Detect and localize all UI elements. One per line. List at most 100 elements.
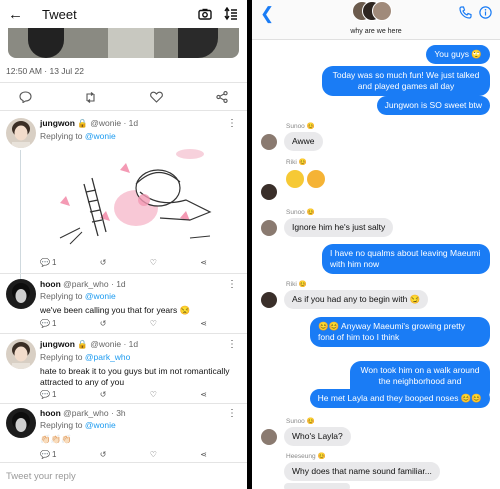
- share-icon[interactable]: ⋖: [200, 258, 207, 267]
- reply-icon[interactable]: 💬 1: [40, 450, 56, 459]
- reply-icon[interactable]: [18, 90, 32, 104]
- replying-label: Replying to: [40, 352, 83, 362]
- reply-text: we've been calling you that for years 😒: [40, 305, 191, 315]
- more-options-icon[interactable]: ⋮: [227, 279, 237, 290]
- retweet-icon[interactable]: ↺: [100, 390, 107, 399]
- sent-message-bubble[interactable]: Jungwon is SO sweet btw: [376, 96, 490, 116]
- sort-icon[interactable]: [223, 6, 239, 22]
- tweet-timestamp: 12:50 AM · 13 Jul 22: [6, 66, 84, 76]
- divider: [0, 110, 247, 111]
- reply-count: 1: [51, 319, 57, 328]
- divider: [0, 403, 247, 404]
- like-icon[interactable]: [149, 90, 163, 104]
- reply-icon[interactable]: 💬 1: [40, 258, 56, 267]
- divider: [0, 82, 247, 83]
- sent-message-bubble[interactable]: He met Layla and they booped noses 😊😊: [309, 389, 490, 409]
- avatar[interactable]: [261, 184, 277, 200]
- replying-to-link[interactable]: @park_who: [85, 352, 130, 362]
- retweet-icon[interactable]: ↺: [100, 258, 107, 267]
- sent-message-bubble[interactable]: I have no qualms about leaving Maeumi wi…: [322, 244, 490, 275]
- reply-actions: 💬 1 ↺ ♡ ⋖: [40, 258, 207, 267]
- reply-text: 👏🏻👏🏻👏🏻: [40, 434, 72, 444]
- back-arrow-icon[interactable]: ←: [8, 6, 30, 23]
- reply-actions: 💬 1 ↺ ♡ ⋖: [40, 450, 207, 459]
- sender-name: Sunoo 😊: [286, 418, 315, 425]
- reply-author-name[interactable]: jungwon: [40, 339, 75, 349]
- reply-icon[interactable]: 💬 1: [40, 319, 56, 328]
- reply-author-name[interactable]: hoon: [40, 279, 61, 289]
- reply-count: 1: [51, 450, 57, 459]
- rolling-eyes-emoji-icon: [286, 170, 304, 188]
- share-icon[interactable]: ⋖: [200, 390, 207, 399]
- like-icon[interactable]: ♡: [150, 450, 157, 459]
- reply-icon[interactable]: 💬 1: [40, 390, 56, 399]
- divider: [0, 273, 247, 274]
- tweet-photo[interactable]: [8, 28, 239, 58]
- share-icon[interactable]: [215, 90, 229, 104]
- reply-author-name[interactable]: hoon: [40, 408, 61, 418]
- received-message-bubble[interactable]: Ignore him he's just salty: [284, 218, 394, 238]
- more-options-icon[interactable]: ⋮: [227, 118, 237, 129]
- replying-label: Replying to: [40, 291, 83, 301]
- received-message-bubble[interactable]: Why does that name sound familiar...: [284, 462, 440, 482]
- received-message-bubble[interactable]: [284, 483, 350, 489]
- retweet-icon[interactable]: [84, 90, 98, 104]
- reply-text: hate to break it to you guys but im not …: [40, 366, 230, 388]
- sent-message-bubble[interactable]: Today was so much fun! We just talked an…: [322, 66, 490, 97]
- like-icon[interactable]: ♡: [150, 319, 157, 328]
- avatar[interactable]: [261, 429, 277, 445]
- more-options-icon[interactable]: ⋮: [227, 339, 237, 350]
- avatar[interactable]: [6, 118, 36, 148]
- replying-label: Replying to: [40, 131, 83, 141]
- reply-author-handle: @park_who · 1d: [63, 279, 126, 289]
- group-avatars[interactable]: [352, 1, 392, 23]
- back-chevron-icon[interactable]: ❮: [260, 4, 274, 24]
- reply-actions: 💬 1 ↺ ♡ ⋖: [40, 390, 207, 399]
- avatar[interactable]: [261, 292, 277, 308]
- chat-header: ❮ why are we here: [252, 0, 500, 40]
- page-title: Tweet: [42, 6, 77, 22]
- phone-icon[interactable]: [459, 6, 472, 24]
- share-icon[interactable]: ⋖: [200, 319, 207, 328]
- avatar[interactable]: [261, 220, 277, 236]
- avatar[interactable]: [261, 134, 277, 150]
- divider: [0, 333, 247, 334]
- replying-to-link[interactable]: @wonie: [85, 291, 116, 301]
- retweet-icon[interactable]: ↺: [100, 450, 107, 459]
- replying-to-link[interactable]: @wonie: [85, 420, 116, 430]
- share-icon[interactable]: ⋖: [200, 450, 207, 459]
- lock-icon: 🔒: [77, 339, 88, 349]
- reply-actions: 💬 1 ↺ ♡ ⋖: [40, 319, 207, 328]
- replying-to-link[interactable]: @wonie: [85, 131, 116, 141]
- avatar[interactable]: [6, 339, 36, 369]
- reply-author-name[interactable]: jungwon: [40, 118, 75, 128]
- info-icon[interactable]: [479, 6, 492, 24]
- tweet-header: ← Tweet: [0, 0, 247, 28]
- camera-icon[interactable]: [197, 6, 213, 22]
- received-message-bubble[interactable]: Who's Layla?: [284, 427, 351, 447]
- sender-name: Riki 😊: [286, 159, 307, 166]
- emoji-message[interactable]: [286, 170, 328, 193]
- lock-icon: 🔒: [77, 118, 88, 128]
- like-icon[interactable]: ♡: [150, 258, 157, 267]
- unamused-emoji-icon: [307, 170, 325, 188]
- reply-count: 1: [51, 390, 57, 399]
- sender-name: Heeseung 😊: [286, 453, 326, 460]
- group-name[interactable]: why are we here: [252, 28, 500, 35]
- sender-name: Sunoo 😊: [286, 209, 315, 216]
- avatar[interactable]: [6, 279, 36, 309]
- received-message-bubble[interactable]: Awwe: [284, 132, 323, 152]
- like-icon[interactable]: ♡: [150, 390, 157, 399]
- reply-drawing-image[interactable]: [40, 148, 220, 248]
- replying-label: Replying to: [40, 420, 83, 430]
- reply-author-handle: @wonie · 1d: [90, 339, 139, 349]
- received-message-bubble[interactable]: As if you had any to begin with 😏: [284, 290, 429, 310]
- twitter-panel: ← Tweet 12:50 AM · 13 Jul 22 jungwon 🔒 @…: [0, 0, 247, 489]
- retweet-icon[interactable]: ↺: [100, 319, 107, 328]
- avatar[interactable]: [6, 408, 36, 438]
- sender-name: Riki 😊: [286, 281, 307, 288]
- more-options-icon[interactable]: ⋮: [227, 408, 237, 419]
- sent-message-bubble[interactable]: You guys 🙄: [426, 45, 490, 65]
- sent-message-bubble[interactable]: 😊😊 Anyway Maeumi's growing pretty fond o…: [310, 317, 490, 348]
- reply-input[interactable]: Tweet your reply: [0, 462, 247, 489]
